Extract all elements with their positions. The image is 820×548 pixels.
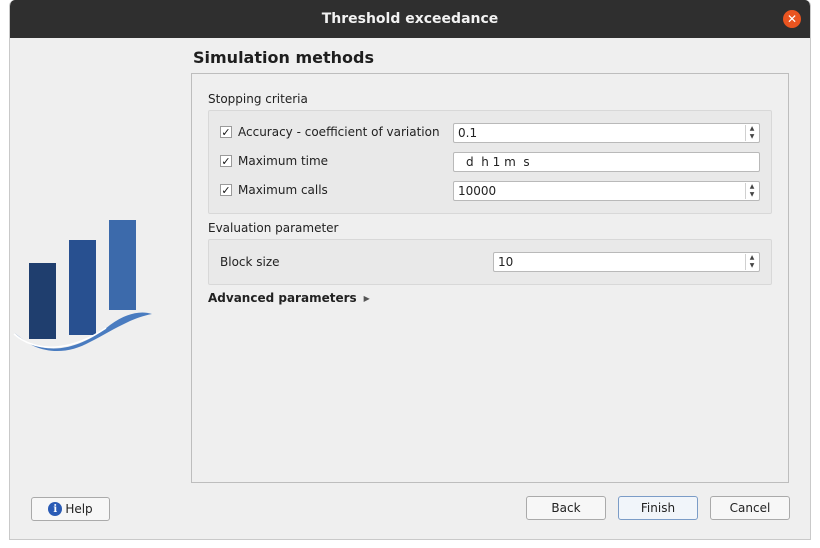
max-calls-spinbox[interactable]: 10000 ▲ ▼ — [453, 181, 760, 201]
advanced-parameters-toggle[interactable]: Advanced parameters ▶ — [208, 291, 370, 305]
max-calls-checkbox[interactable]: ✓ — [220, 184, 232, 196]
back-label: Back — [551, 501, 581, 515]
accuracy-checkbox[interactable]: ✓ — [220, 126, 232, 138]
max-time-input[interactable]: d h 1 m s — [453, 152, 760, 172]
checkmark-icon: ✓ — [221, 125, 231, 139]
close-icon[interactable]: ✕ — [783, 10, 801, 28]
accuracy-value: 0.1 — [458, 126, 478, 140]
back-button[interactable]: Back — [526, 496, 606, 520]
finish-label: Finish — [640, 501, 676, 515]
accuracy-spinbox[interactable]: 0.1 ▲ ▼ — [453, 123, 760, 143]
spin-up-icon[interactable]: ▲ — [746, 183, 758, 191]
block-size-spin-buttons[interactable]: ▲ ▼ — [745, 254, 758, 270]
logo-bar-1 — [29, 263, 56, 339]
stopping-criteria-label: Stopping criteria — [208, 92, 308, 106]
help-label: Help — [65, 502, 93, 516]
accuracy-row: ✓ Accuracy - coefficient of variation — [220, 122, 440, 142]
finish-button[interactable]: Finish — [618, 496, 698, 520]
dialog-window: Threshold exceedance ✕ Simulation method… — [9, 0, 811, 540]
max-calls-spin-buttons[interactable]: ▲ ▼ — [745, 183, 758, 199]
spin-down-icon[interactable]: ▼ — [746, 133, 758, 141]
block-size-value: 10 — [498, 255, 514, 269]
evaluation-parameter-label: Evaluation parameter — [208, 221, 339, 235]
checkmark-icon: ✓ — [221, 183, 231, 197]
otgui-logo — [12, 220, 152, 352]
block-size-spinbox[interactable]: 10 ▲ ▼ — [493, 252, 760, 272]
accuracy-label: Accuracy - coefficient of variation — [238, 125, 440, 139]
logo-bar-3 — [109, 220, 136, 310]
checkmark-icon: ✓ — [221, 154, 231, 168]
title-bar: Threshold exceedance ✕ — [10, 0, 810, 38]
settings-panel: Stopping criteria ✓ Accuracy - coefficie… — [191, 73, 789, 483]
info-icon: i — [48, 502, 63, 516]
spin-down-icon[interactable]: ▼ — [746, 191, 758, 199]
spin-up-icon[interactable]: ▲ — [746, 125, 758, 133]
max-time-row: ✓ Maximum time — [220, 151, 328, 171]
max-time-value: d h 1 m s — [466, 155, 530, 169]
max-time-checkbox[interactable]: ✓ — [220, 155, 232, 167]
cancel-button[interactable]: Cancel — [710, 496, 790, 520]
window-title: Threshold exceedance — [321, 11, 499, 27]
cancel-label: Cancel — [729, 501, 771, 515]
advanced-parameters-label: Advanced parameters — [208, 291, 357, 305]
max-calls-value: 10000 — [458, 184, 497, 198]
accuracy-spin-buttons[interactable]: ▲ ▼ — [745, 125, 758, 141]
block-size-label: Block size — [220, 255, 280, 269]
evaluation-parameter-group: Block size 10 ▲ ▼ — [208, 239, 772, 285]
logo-bar-2 — [69, 240, 96, 335]
max-calls-label: Maximum calls — [238, 183, 328, 197]
spin-up-icon[interactable]: ▲ — [746, 254, 758, 262]
page-title: Simulation methods — [193, 48, 374, 67]
triangle-right-icon: ▶ — [363, 293, 370, 303]
block-size-row: Block size — [220, 252, 280, 272]
help-button[interactable]: i Help — [31, 497, 110, 521]
spin-down-icon[interactable]: ▼ — [746, 262, 758, 270]
max-time-label: Maximum time — [238, 154, 329, 168]
max-calls-row: ✓ Maximum calls — [220, 180, 328, 200]
stopping-criteria-group: ✓ Accuracy - coefficient of variation 0.… — [208, 110, 772, 214]
